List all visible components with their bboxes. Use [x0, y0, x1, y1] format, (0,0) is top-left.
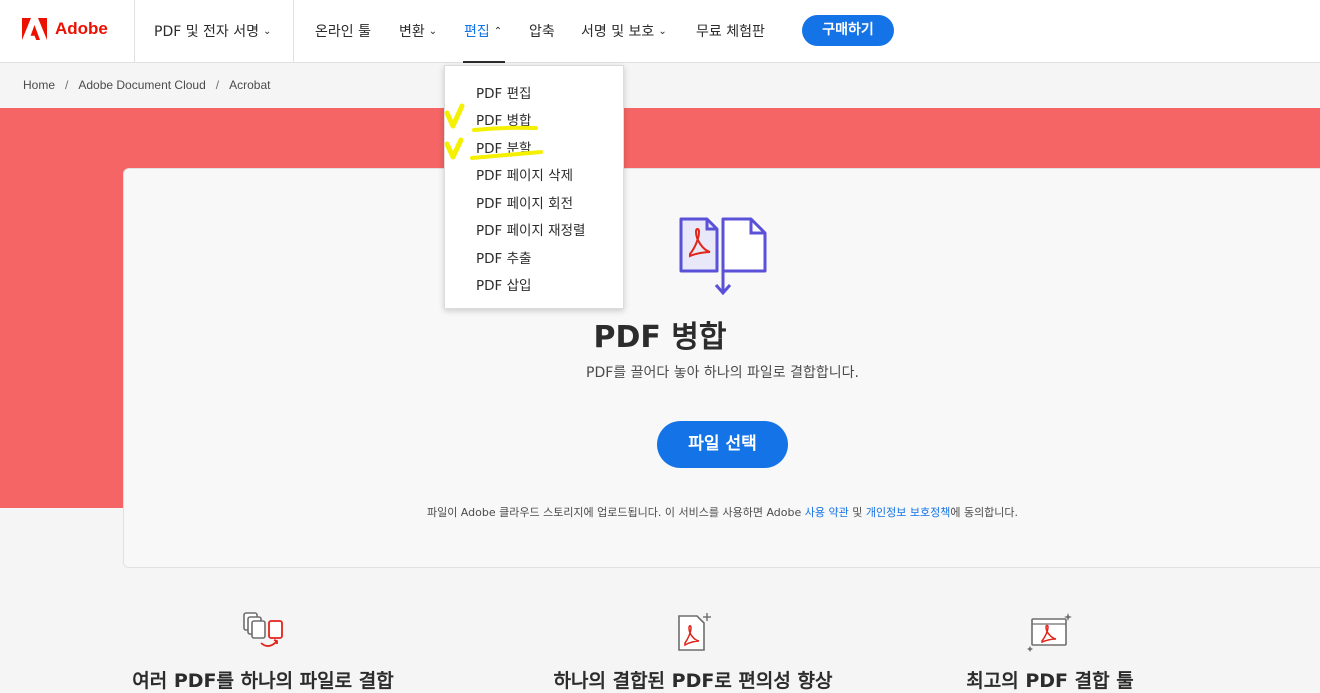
nav-compress[interactable]: 압축: [529, 21, 555, 41]
menu-item-merge-pdf[interactable]: PDF 병합: [476, 109, 531, 129]
nav-divider: [293, 0, 294, 63]
top-navigation: Adobe PDF 및 전자 서명 ⌄ 온라인 툴 변환 ⌄ 편집 ⌃ 압축 서…: [0, 0, 1320, 63]
chevron-down-icon: ⌄: [428, 25, 438, 37]
page-subtitle: PDF를 끌어다 놓아 하나의 파일로 결합합니다.: [586, 365, 859, 381]
nav-online-tools-label: 온라인 툴: [315, 24, 371, 40]
menu-item-insert-pdf[interactable]: PDF 삽입: [476, 274, 531, 294]
menu-item-delete-pages[interactable]: PDF 페이지 삭제: [476, 164, 573, 184]
menu-item-extract-pdf[interactable]: PDF 추출: [476, 247, 531, 267]
chevron-up-icon: ⌃: [493, 25, 503, 37]
nav-convert-menu[interactable]: 변환 ⌄: [399, 21, 437, 41]
nav-divider: [134, 0, 135, 63]
menu-item-reorder-pages[interactable]: PDF 페이지 재정렬: [476, 219, 585, 239]
nav-pdf-sign-menu[interactable]: PDF 및 전자 서명 ⌄: [154, 21, 271, 41]
breadcrumb-document-cloud[interactable]: Adobe Document Cloud: [78, 78, 205, 92]
legal-prefix: 파일이 Adobe 클라우드 스토리지에 업로드됩니다. 이 서비스를 사용하면…: [426, 506, 805, 519]
chevron-down-icon: ⌄: [658, 25, 667, 37]
buy-button[interactable]: 구매하기: [802, 15, 894, 46]
nav-free-trial[interactable]: 무료 체험판: [696, 21, 765, 41]
privacy-policy-link[interactable]: 개인정보 보호정책: [866, 506, 950, 519]
nav-online-tools[interactable]: 온라인 툴: [315, 21, 371, 41]
pdf-add-icon: [678, 613, 711, 651]
merge-pdf-icon: [679, 217, 767, 296]
feature-convenience: 하나의 결합된 PDF로 편의성 향상: [540, 610, 846, 693]
menu-item-edit-pdf[interactable]: PDF 편집: [476, 82, 531, 102]
breadcrumb-separator: /: [65, 78, 69, 92]
nav-convert-label: 변환: [399, 24, 425, 40]
chevron-down-icon: ⌄: [263, 25, 272, 37]
feature-combine: 여러 PDF를 하나의 파일로 결합: [122, 610, 404, 693]
combine-files-icon: [243, 612, 283, 647]
legal-and: 및: [848, 506, 866, 519]
nav-free-trial-label: 무료 체험판: [696, 24, 765, 40]
nav-sign-protect-menu[interactable]: 서명 및 보호 ⌄: [581, 21, 667, 41]
nav-edit-label: 편집: [464, 24, 490, 40]
adobe-wordmark: Adobe: [55, 19, 108, 38]
nav-sign-protect-label: 서명 및 보호: [581, 24, 655, 40]
pdf-sparkle-icon: [1027, 613, 1072, 652]
legal-notice: 파일이 Adobe 클라우드 스토리지에 업로드됩니다. 이 서비스를 사용하면…: [0, 504, 1320, 520]
feature-best-tool: 최고의 PDF 결합 툴: [960, 610, 1140, 693]
breadcrumb-separator: /: [215, 78, 220, 92]
nav-edit-menu[interactable]: 편집 ⌃: [464, 21, 502, 41]
legal-suffix: 에 동의합니다.: [950, 506, 1019, 519]
adobe-logo-icon: [22, 18, 47, 40]
choose-file-button[interactable]: 파일 선택: [657, 421, 788, 468]
menu-item-split-pdf[interactable]: PDF 분할: [476, 137, 531, 157]
breadcrumb-acrobat[interactable]: Acrobat: [229, 78, 270, 92]
page-title: PDF 병합: [593, 320, 727, 355]
nav-pdf-sign-label: PDF 및 전자 서명: [154, 24, 260, 40]
nav-compress-label: 압축: [529, 24, 555, 40]
breadcrumb-home[interactable]: Home: [23, 78, 55, 92]
breadcrumb: Home / Adobe Document Cloud / Acrobat: [23, 78, 270, 92]
edit-dropdown-menu: PDF 편집 PDF 병합 PDF 분할 PDF 페이지 삭제 PDF 페이지 …: [444, 65, 624, 309]
menu-item-rotate-pages[interactable]: PDF 페이지 회전: [476, 192, 573, 212]
active-tab-underline: [463, 61, 505, 63]
terms-of-use-link[interactable]: 사용 약관: [805, 506, 849, 519]
adobe-logo[interactable]: Adobe: [22, 18, 108, 40]
